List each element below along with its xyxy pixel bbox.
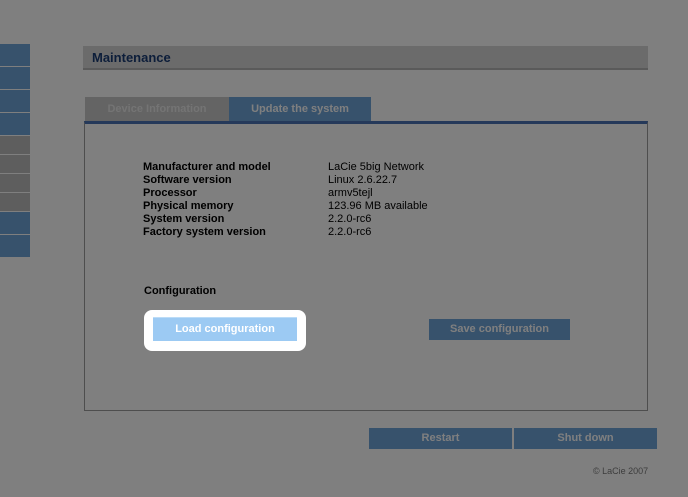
load-configuration-button[interactable]: Load configuration: [153, 317, 297, 341]
dim-overlay: [0, 0, 688, 497]
